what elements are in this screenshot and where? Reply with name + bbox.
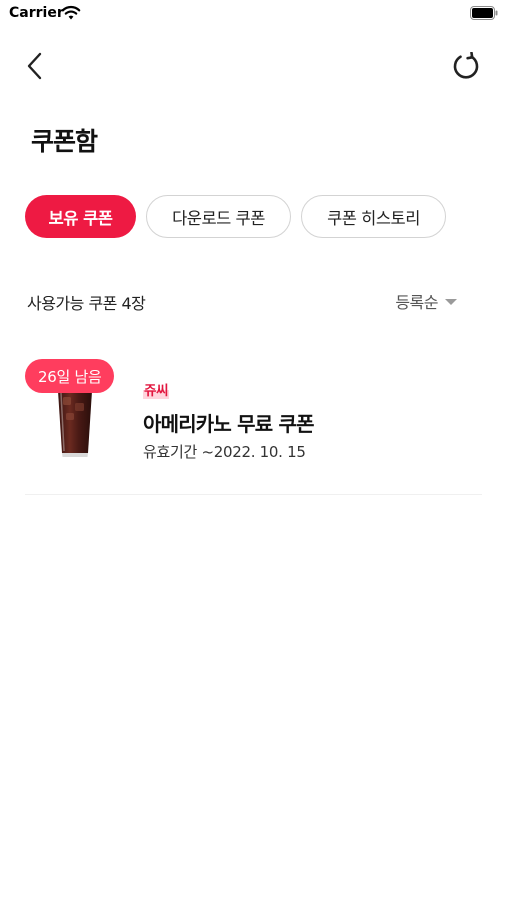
days-left-badge: 26일 남음 xyxy=(25,359,115,393)
refresh-icon xyxy=(453,52,479,79)
wifi-icon xyxy=(61,5,81,20)
carrier-label: Carrier xyxy=(9,5,64,21)
page-title: 쿠폰함 xyxy=(31,127,98,156)
battery-icon xyxy=(470,6,498,20)
sort-dropdown[interactable]: 등록순 xyxy=(395,289,457,313)
back-icon xyxy=(27,52,42,80)
tab-owned-coupons[interactable]: 보유 쿠폰 xyxy=(25,195,136,238)
coupon-brand: 쥬씨 xyxy=(143,379,170,399)
coupon-tabs: 보유 쿠폰 다운로드 쿠폰 쿠폰 히스토리 xyxy=(25,195,446,238)
coupon-expiry: 유효기간 ~2022. 10. 15 xyxy=(143,443,306,461)
sort-label: 등록순 xyxy=(395,293,438,312)
coupon-list-item[interactable]: 26일 남음 쥬씨 아메리카노 무료 쿠폰 유효기간 ~2022. 10. 15 xyxy=(25,355,482,495)
iced-americano-image xyxy=(58,391,92,457)
status-bar: Carrier xyxy=(0,0,507,28)
list-header: 사용가능 쿠폰 4장 등록순 xyxy=(27,288,457,314)
back-button[interactable] xyxy=(18,48,50,84)
nav-bar xyxy=(0,40,507,90)
sort-arrow-icon xyxy=(445,299,457,305)
available-coupon-count: 사용가능 쿠폰 4장 xyxy=(27,294,146,313)
refresh-button[interactable] xyxy=(449,49,483,83)
tab-coupon-history[interactable]: 쿠폰 히스토리 xyxy=(301,195,446,238)
coupon-title: 아메리카노 무료 쿠폰 xyxy=(143,412,315,436)
tab-download-coupons[interactable]: 다운로드 쿠폰 xyxy=(146,195,291,238)
